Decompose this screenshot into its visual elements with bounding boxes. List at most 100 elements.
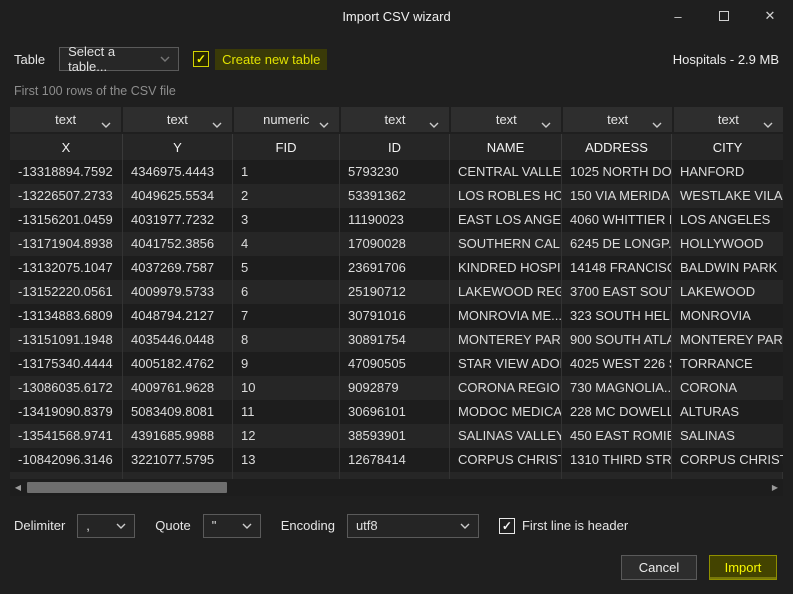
table-cell: LOS ROBLES HO... bbox=[450, 184, 562, 208]
table-select-value: Select a table... bbox=[68, 44, 150, 74]
table-select[interactable]: Select a table... bbox=[59, 47, 179, 71]
column-type-select[interactable]: text bbox=[123, 107, 231, 132]
table-cell: CORONA REGIO... bbox=[450, 376, 562, 400]
chevron-down-icon bbox=[101, 116, 111, 131]
delimiter-label: Delimiter bbox=[14, 518, 65, 533]
table-cell: KINDRED HOSPIT... bbox=[450, 256, 562, 280]
table-cell: 53391362 bbox=[340, 184, 450, 208]
column-type-value: text bbox=[718, 112, 739, 127]
import-button[interactable]: Import bbox=[709, 555, 777, 580]
first-line-header-label[interactable]: First line is header bbox=[522, 518, 628, 533]
table-row: -13151091.19484035446.0448830891754MONTE… bbox=[10, 328, 783, 352]
table-cell bbox=[10, 472, 123, 479]
table-cell: LOS ANGELES bbox=[672, 208, 783, 232]
chevron-down-icon bbox=[160, 56, 170, 62]
csv-options: Delimiter , Quote " Encoding utf8 ✓ Firs bbox=[0, 512, 793, 539]
delimiter-select[interactable]: , bbox=[77, 514, 135, 538]
table-cell: LAKEWOOD REG... bbox=[450, 280, 562, 304]
encoding-select[interactable]: utf8 bbox=[347, 514, 479, 538]
table-cell: 5793230 bbox=[340, 160, 450, 184]
column-type-select[interactable]: numeric bbox=[234, 107, 339, 132]
table-label: Table bbox=[14, 52, 45, 67]
column-type-select[interactable]: text bbox=[451, 107, 561, 132]
table-cell: -10842096.3146 bbox=[10, 448, 123, 472]
table-row: -13419090.83795083409.80811130696101MODO… bbox=[10, 400, 783, 424]
column-type-value: text bbox=[167, 112, 188, 127]
table-cell: 47090505 bbox=[340, 352, 450, 376]
table-cell: 4391685.9988 bbox=[123, 424, 233, 448]
table-cell: WESTLAKE VILAGE bbox=[672, 184, 783, 208]
encoding-value: utf8 bbox=[356, 518, 378, 533]
column-type-select[interactable]: text bbox=[341, 107, 449, 132]
table-row: -10842096.31463221077.57951312678414CORP… bbox=[10, 448, 783, 472]
first-line-header-checkbox[interactable]: ✓ bbox=[499, 518, 515, 534]
table-cell: 4031977.7232 bbox=[123, 208, 233, 232]
dialog-actions: Cancel Import bbox=[0, 555, 793, 580]
table-cell: 450 EAST ROMIE... bbox=[562, 424, 672, 448]
table-cell: LAKEWOOD bbox=[672, 280, 783, 304]
table-cell: 11 bbox=[233, 400, 340, 424]
create-new-table-label[interactable]: Create new table bbox=[215, 49, 327, 70]
chevron-down-icon bbox=[212, 116, 222, 131]
create-new-table-checkbox[interactable]: ✓ bbox=[193, 51, 209, 67]
table-row: -13086035.61724009761.9628109092879CORON… bbox=[10, 376, 783, 400]
table-cell: 6245 DE LONGP... bbox=[562, 232, 672, 256]
maximize-button[interactable] bbox=[701, 0, 747, 32]
table-cell: 17090028 bbox=[340, 232, 450, 256]
table-cell: 1025 NORTH DO... bbox=[562, 160, 672, 184]
horizontal-scrollbar[interactable]: ◀ ▶ bbox=[10, 479, 783, 496]
table-cell: 3700 EAST SOUT... bbox=[562, 280, 672, 304]
chevron-down-icon bbox=[763, 116, 773, 131]
table-cell: 12 bbox=[233, 424, 340, 448]
chevron-down-icon bbox=[541, 116, 551, 131]
table-cell: CORPUS CHRISTI bbox=[672, 448, 783, 472]
chevron-down-icon bbox=[652, 116, 662, 131]
window-title: Import CSV wizard bbox=[342, 9, 450, 24]
table-cell: 4005182.4762 bbox=[123, 352, 233, 376]
quote-value: " bbox=[212, 518, 217, 533]
table-cell: -13156201.0459 bbox=[10, 208, 123, 232]
table-cell: SALINAS VALLEY... bbox=[450, 424, 562, 448]
table-cell: 4009979.5733 bbox=[123, 280, 233, 304]
column-type-value: text bbox=[55, 112, 76, 127]
table-cell: 4009761.9628 bbox=[123, 376, 233, 400]
scrollbar-thumb[interactable] bbox=[27, 482, 227, 493]
table-cell: 4037269.7587 bbox=[123, 256, 233, 280]
column-type-select[interactable]: text bbox=[563, 107, 671, 132]
scroll-left-button[interactable]: ◀ bbox=[10, 479, 26, 496]
table-cell: 23691706 bbox=[340, 256, 450, 280]
table-cell: 4060 WHITTIER B... bbox=[562, 208, 672, 232]
table-cell: 11190023 bbox=[340, 208, 450, 232]
minimize-icon: – bbox=[674, 9, 681, 24]
table-cell: 25190712 bbox=[340, 280, 450, 304]
minimize-button[interactable]: – bbox=[655, 0, 701, 32]
table-cell bbox=[340, 472, 450, 479]
table-cell: 4 bbox=[233, 232, 340, 256]
table-cell: 30696101 bbox=[340, 400, 450, 424]
check-icon: ✓ bbox=[502, 519, 512, 533]
table-cell: HANFORD bbox=[672, 160, 783, 184]
quote-select[interactable]: " bbox=[203, 514, 261, 538]
table-cell: -13086035.6172 bbox=[10, 376, 123, 400]
scroll-right-button[interactable]: ▶ bbox=[767, 479, 783, 496]
preview-grid: texttextnumerictexttexttexttext XYFIDIDN… bbox=[10, 107, 783, 479]
triangle-right-icon: ▶ bbox=[772, 483, 778, 492]
check-icon: ✓ bbox=[196, 52, 206, 66]
chevron-down-icon bbox=[116, 523, 126, 529]
table-cell: 30891754 bbox=[340, 328, 450, 352]
table-row: -13152220.05614009979.5733625190712LAKEW… bbox=[10, 280, 783, 304]
close-button[interactable]: ✕ bbox=[747, 0, 793, 32]
table-cell: 12678414 bbox=[340, 448, 450, 472]
title-bar: Import CSV wizard – ✕ bbox=[0, 0, 793, 32]
table-cell: 730 MAGNOLIA... bbox=[562, 376, 672, 400]
table-cell: 38593901 bbox=[340, 424, 450, 448]
table-cell: 900 SOUTH ATLA... bbox=[562, 328, 672, 352]
column-type-select[interactable]: text bbox=[10, 107, 121, 132]
column-type-select[interactable]: text bbox=[674, 107, 783, 132]
table-cell: TORRANCE bbox=[672, 352, 783, 376]
table-cell bbox=[233, 472, 340, 479]
table-row: -13132075.10474037269.7587523691706KINDR… bbox=[10, 256, 783, 280]
cancel-button[interactable]: Cancel bbox=[621, 555, 697, 580]
import-csv-wizard-dialog: Import CSV wizard – ✕ Table Select a tab… bbox=[0, 0, 793, 594]
table-cell: 30791016 bbox=[340, 304, 450, 328]
